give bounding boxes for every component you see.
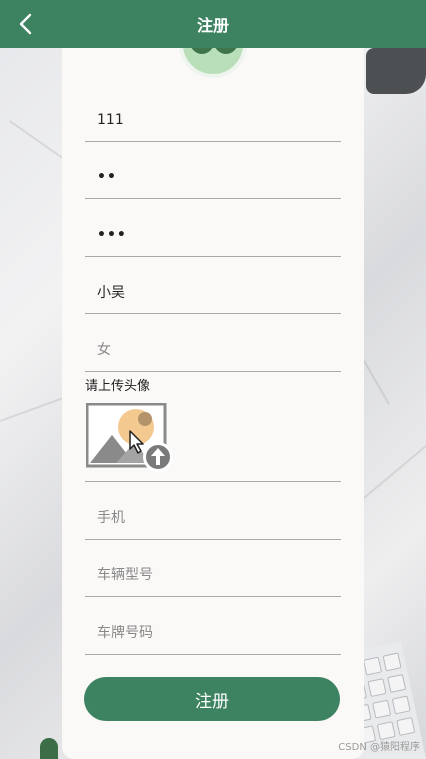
- back-button[interactable]: [12, 10, 40, 38]
- confirm-password-field[interactable]: •••: [85, 213, 341, 257]
- gender-input[interactable]: [97, 341, 341, 358]
- vehicle-model-field[interactable]: [85, 553, 341, 597]
- name-input[interactable]: [97, 283, 341, 300]
- plate-number-field[interactable]: [85, 611, 341, 655]
- image-upload-icon: [85, 402, 173, 472]
- page-title: 注册: [196, 16, 229, 35]
- username-input[interactable]: [97, 111, 341, 128]
- password-field[interactable]: ••: [85, 155, 341, 199]
- avatar-upload-button[interactable]: [85, 402, 178, 473]
- confirm-password-input[interactable]: •••: [97, 227, 127, 243]
- upload-label: 请上传头像: [85, 379, 151, 394]
- phone-field[interactable]: [85, 496, 341, 540]
- username-field[interactable]: [85, 98, 341, 142]
- watermark: CSDN @猿阳程序: [338, 742, 420, 753]
- navigation-bar: 注册: [0, 0, 426, 48]
- background-object: [366, 48, 426, 94]
- chevron-left-icon: [19, 13, 32, 35]
- divider: [85, 481, 341, 482]
- password-input[interactable]: ••: [97, 169, 117, 185]
- gender-field[interactable]: [85, 328, 341, 372]
- marble-vein: [360, 435, 426, 502]
- phone-input[interactable]: [97, 509, 341, 526]
- vehicle-model-input[interactable]: [97, 566, 341, 583]
- register-button[interactable]: 注册: [84, 677, 340, 721]
- name-field[interactable]: [85, 270, 341, 314]
- register-card: •• ••• 请上传头像 注册: [62, 18, 364, 759]
- background-plant: [40, 738, 58, 759]
- plate-number-input[interactable]: [97, 624, 341, 641]
